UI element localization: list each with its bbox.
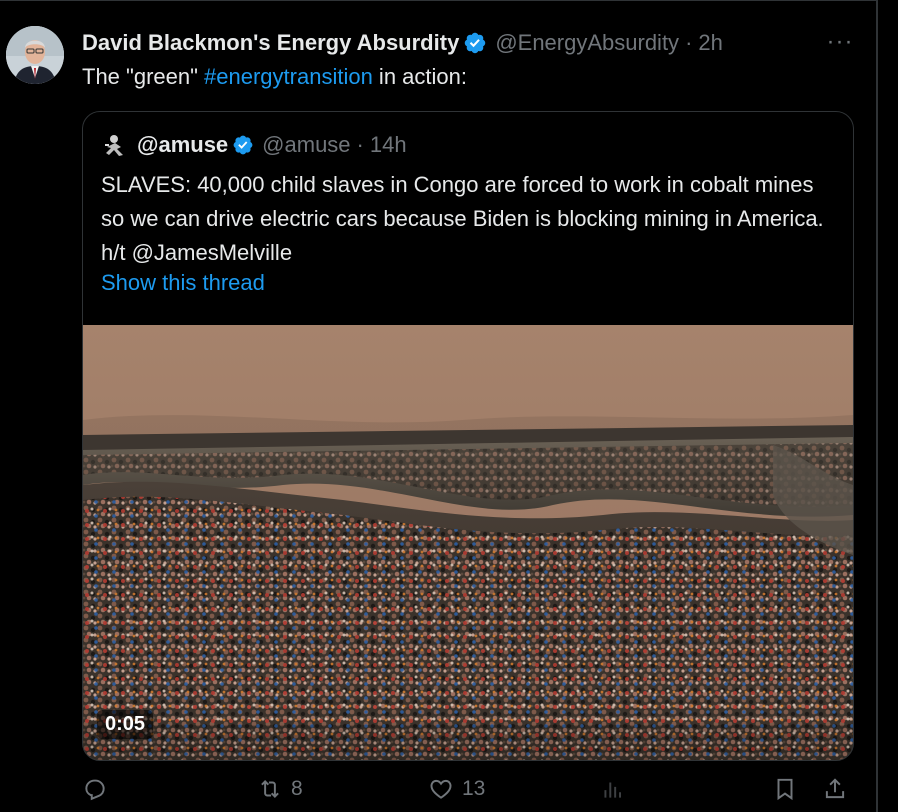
tweet-text-start: The "green"	[82, 64, 205, 89]
quoted-tweet-text: SLAVES: 40,000 child slaves in Congo are…	[101, 172, 824, 265]
reply-button[interactable]	[82, 776, 116, 802]
views-button[interactable]	[600, 776, 634, 802]
share-icon	[822, 776, 848, 802]
separator-dot: ·	[356, 132, 364, 157]
quoted-avatar[interactable]	[101, 131, 129, 159]
divider	[0, 0, 878, 1]
video-player[interactable]: 0:05	[83, 325, 853, 760]
quoted-timestamp[interactable]: 14h	[370, 132, 407, 158]
hashtag-link[interactable]: #energytransition	[204, 64, 373, 89]
tweet-text: The "green" #energytransition in action:	[82, 62, 467, 92]
avatar[interactable]	[6, 26, 64, 84]
tweet-container: David Blackmon's Energy Absurdity @Energ…	[0, 0, 898, 812]
action-bar: 8 13	[82, 772, 862, 812]
retweet-button[interactable]: 8	[257, 776, 303, 802]
verified-badge-icon	[463, 31, 487, 55]
quoted-author-name[interactable]: @amuse	[137, 132, 228, 158]
like-count: 13	[462, 777, 486, 800]
reply-icon	[82, 776, 108, 802]
author-handle[interactable]: @EnergyAbsurdity	[495, 30, 679, 56]
quoted-tweet-header: @amuse @amuse · 14h	[101, 130, 407, 160]
author-name[interactable]: David Blackmon's Energy Absurdity	[82, 30, 459, 56]
retweet-count: 8	[291, 777, 303, 800]
more-icon[interactable]: ···	[826, 28, 854, 56]
views-icon	[600, 776, 626, 802]
bookmark-button[interactable]	[772, 776, 798, 802]
video-thumbnail	[83, 325, 853, 760]
divider	[876, 0, 878, 812]
video-duration: 0:05	[97, 710, 154, 739]
quoted-tweet-card[interactable]: @amuse @amuse · 14h SLAVES: 40,000 child…	[82, 111, 854, 761]
verified-badge-icon	[232, 134, 254, 156]
quoted-author-handle[interactable]: @amuse	[262, 132, 350, 158]
tweet-text-end: in action:	[372, 64, 467, 89]
like-button[interactable]: 13	[428, 776, 485, 802]
timestamp[interactable]: 2h	[698, 30, 722, 56]
bookmark-icon	[772, 776, 798, 802]
show-thread-link[interactable]: Show this thread	[101, 270, 265, 296]
tweet-header: David Blackmon's Energy Absurdity @Energ…	[82, 26, 723, 60]
like-icon	[428, 776, 454, 802]
retweet-icon	[257, 776, 283, 802]
separator-dot: ·	[685, 30, 693, 55]
share-button[interactable]	[822, 776, 848, 802]
